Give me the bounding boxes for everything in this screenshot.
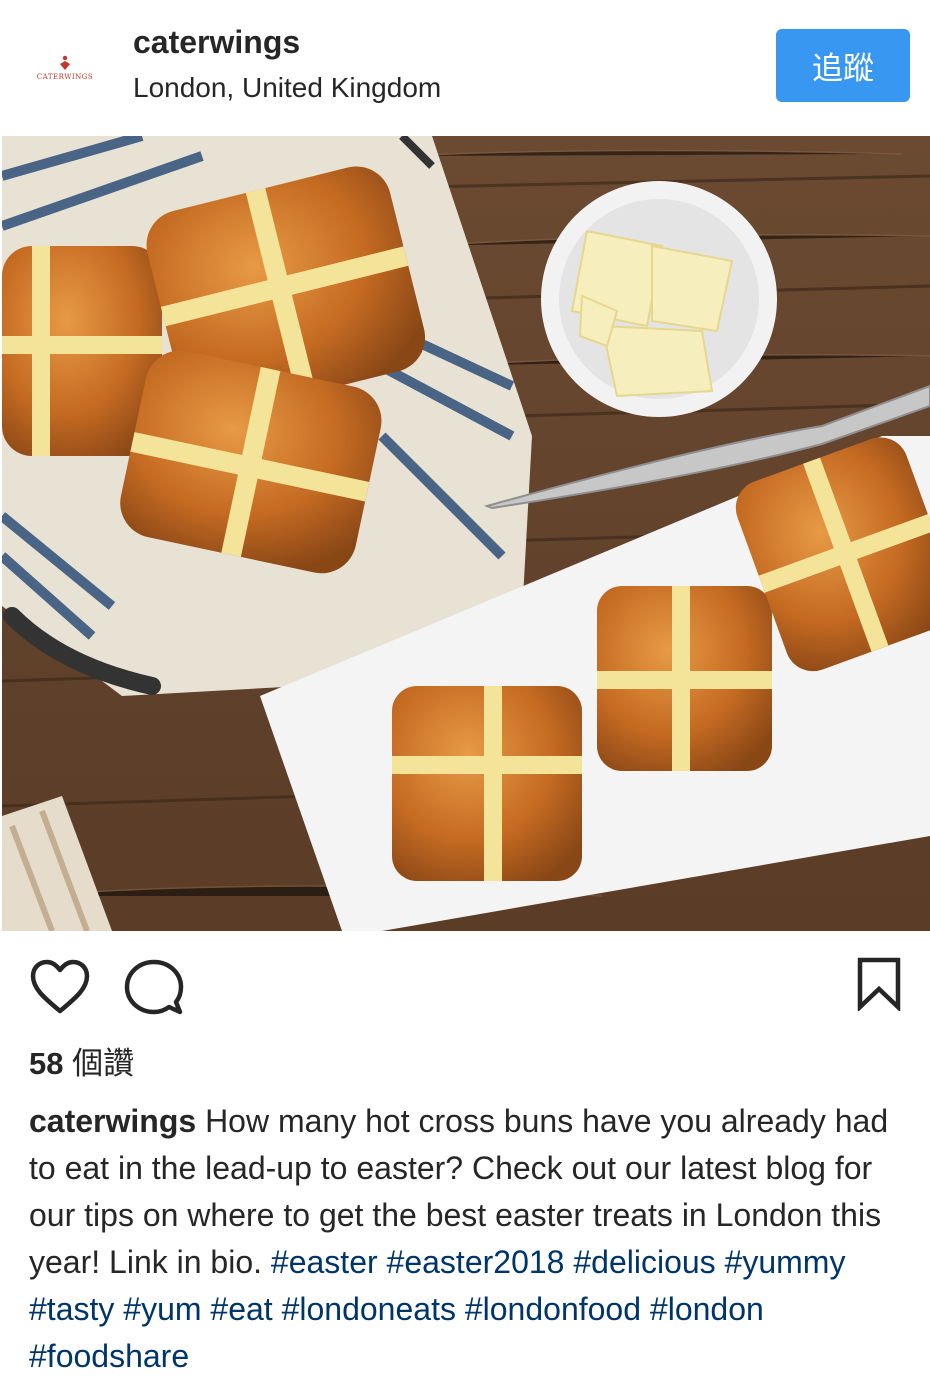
caterwings-logo-mark bbox=[60, 55, 70, 70]
likes-number: 58 bbox=[29, 1046, 64, 1081]
hashtag[interactable]: #londonfood bbox=[465, 1291, 641, 1327]
heart-icon[interactable] bbox=[29, 959, 91, 1015]
caption-username[interactable]: caterwings bbox=[29, 1103, 196, 1139]
hashtag[interactable]: #tasty bbox=[29, 1291, 114, 1327]
bookmark-icon[interactable] bbox=[856, 957, 902, 1011]
comment-icon[interactable] bbox=[124, 958, 184, 1018]
likes-count[interactable]: 58 個讚 bbox=[29, 1038, 134, 1083]
hashtag[interactable]: #easter bbox=[271, 1244, 378, 1280]
hot-cross-buns-photo bbox=[2, 136, 930, 931]
action-bar bbox=[0, 931, 930, 1031]
hashtag[interactable]: #londoneats bbox=[282, 1291, 456, 1327]
hashtag[interactable]: #eat bbox=[210, 1291, 272, 1327]
post-header: CATERWINGS caterwings London, United Kin… bbox=[0, 0, 930, 136]
location[interactable]: London, United Kingdom bbox=[133, 72, 441, 104]
follow-button[interactable]: 追蹤 bbox=[776, 29, 910, 102]
hashtag[interactable]: #yummy bbox=[725, 1244, 846, 1280]
post-caption: caterwings How many hot cross buns have … bbox=[29, 1098, 909, 1380]
hashtag[interactable]: #easter2018 bbox=[387, 1244, 565, 1280]
hashtag[interactable]: #london bbox=[650, 1291, 764, 1327]
hashtag[interactable]: #yum bbox=[123, 1291, 201, 1327]
avatar[interactable]: CATERWINGS bbox=[31, 34, 99, 102]
avatar-logo-text: CATERWINGS bbox=[36, 73, 94, 81]
hashtag[interactable]: #foodshare bbox=[29, 1338, 189, 1374]
hashtag[interactable]: #delicious bbox=[573, 1244, 715, 1280]
username[interactable]: caterwings bbox=[133, 24, 300, 61]
likes-suffix: 個讚 bbox=[63, 1046, 135, 1081]
post-image[interactable] bbox=[2, 136, 930, 931]
